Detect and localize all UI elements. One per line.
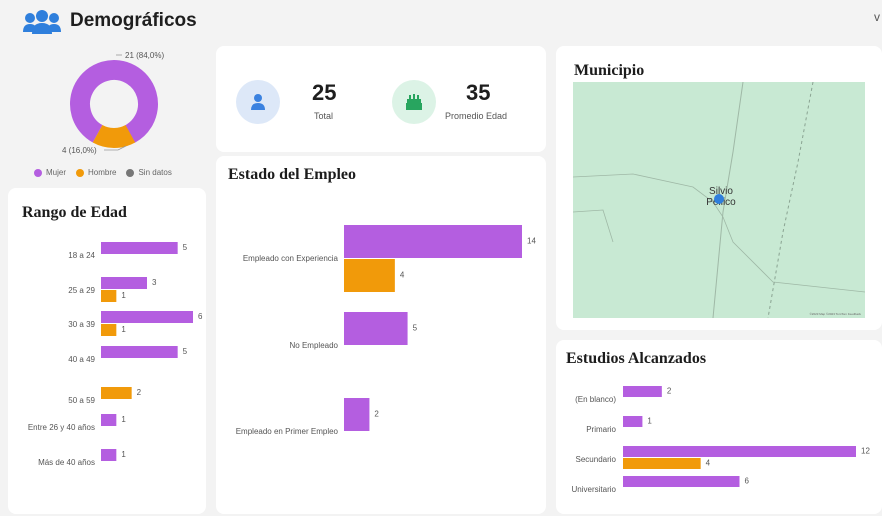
category-label-no-empleado: No Empleado	[290, 341, 339, 350]
legend-item-hombre[interactable]: Hombre	[76, 168, 116, 177]
bar-en-blanco-mujer[interactable]	[623, 386, 662, 397]
bar-40-a-49-mujer[interactable]	[101, 346, 178, 358]
bar-secundario-mujer[interactable]	[623, 446, 856, 457]
data-label-no-empleado-mujer: 5	[413, 324, 418, 333]
category-label-empleado-con-experiencia: Empleado con Experiencia	[243, 254, 339, 263]
kpi-total-label: Total	[314, 111, 334, 121]
estudios-chart: (En blanco) 2 Primario 1 Secundario 12 4 Univer…	[572, 386, 870, 494]
gender-donut-chart[interactable]: 21 (84,0%) 4 (16,0%)	[0, 44, 210, 166]
category-label-25-a-29: 25 a 29	[68, 286, 95, 295]
data-label-primario-mujer: 1	[647, 417, 652, 426]
category-label-mas-de-40-anos: Más de 40 años	[38, 458, 95, 467]
legend-dot-sin-datos	[126, 168, 135, 177]
bar-empleado-con-experiencia-mujer[interactable]	[344, 225, 522, 258]
bar-empleado-en-primer-empleo-mujer[interactable]	[344, 398, 370, 431]
data-label-empleado-con-experiencia-mujer: 14	[527, 237, 536, 246]
data-label-empleado-con-experiencia-hombre: 4	[400, 271, 405, 280]
page-title: Demográficos	[70, 10, 197, 31]
category-label-40-a-49: 40 a 49	[68, 355, 95, 364]
data-label-50-a-59-hombre: 2	[137, 388, 142, 397]
corner-mark: v	[874, 10, 880, 24]
page-header: Demográficos v	[0, 0, 882, 44]
kpi-age-label: Promedio Edad	[445, 111, 508, 121]
data-label-mas-de-40-anos-mujer: 1	[121, 450, 126, 459]
person-icon	[251, 94, 265, 110]
kpi-total-icon-circle	[236, 80, 280, 124]
bar-universitario-mujer[interactable]	[623, 476, 740, 487]
bar-18-a-24-mujer[interactable]	[101, 242, 178, 254]
bar-25-a-29-hombre[interactable]	[101, 290, 117, 302]
map-attribution: ©2023 Map ©2023 TomTom Feedback	[809, 312, 861, 316]
kpi-total-value: 25	[312, 80, 337, 105]
category-label-50-a-59: 50 a 59	[68, 396, 95, 405]
legend-label-mujer: Mujer	[46, 168, 67, 177]
data-label-secundario-mujer: 12	[861, 447, 870, 456]
legend-dot-hombre	[76, 168, 85, 177]
bar-primario-mujer[interactable]	[623, 416, 643, 427]
legend-label-sin-datos: Sin datos	[138, 168, 172, 177]
category-label-30-a-39: 30 a 39	[68, 320, 95, 329]
kpi-age-value: 35	[466, 80, 491, 105]
gender-legend: Mujer Hombre Sin datos	[34, 168, 178, 177]
bar-entre-26-y-40-anos-mujer[interactable]	[101, 414, 117, 426]
rango-edad-chart: 18 a 24 5 25 a 29 3 1 30 a 39 6 1 40 a 49 5 50 a 5…	[28, 242, 203, 467]
users-icon	[23, 10, 61, 34]
legend-item-sin-datos[interactable]: Sin datos	[126, 168, 172, 177]
category-label-empleado-en-primer-empleo: Empleado en Primer Empleo	[236, 427, 339, 436]
data-label-30-a-39-hombre: 1	[121, 325, 126, 334]
data-label-25-a-29-hombre: 1	[121, 291, 126, 300]
category-label-en-blanco: (En blanco)	[575, 395, 616, 404]
category-label-secundario: Secundario	[576, 455, 617, 464]
bar-50-a-59-hombre[interactable]	[101, 387, 132, 399]
data-label-30-a-39-mujer: 6	[198, 312, 203, 321]
map-marker[interactable]	[714, 194, 724, 204]
legend-label-hombre: Hombre	[88, 168, 117, 177]
bar-25-a-29-mujer[interactable]	[101, 277, 147, 289]
legend-item-mujer[interactable]: Mujer	[34, 168, 66, 177]
legend-dot-mujer	[34, 168, 42, 177]
data-label-secundario-hombre: 4	[706, 459, 711, 468]
bar-30-a-39-mujer[interactable]	[101, 311, 193, 323]
data-label-empleado-en-primer-empleo-mujer: 2	[374, 410, 379, 419]
donut-callout-hombre: 4 (16,0%)	[62, 146, 97, 155]
cake-icon	[406, 94, 422, 110]
bar-30-a-39-hombre[interactable]	[101, 324, 117, 336]
category-label-18-a-24: 18 a 24	[68, 251, 95, 260]
category-label-universitario: Universitario	[572, 485, 617, 494]
donut-callout-mujer: 21 (84,0%)	[125, 51, 164, 60]
category-label-primario: Primario	[586, 425, 616, 434]
data-label-universitario-mujer: 6	[745, 477, 750, 486]
bar-empleado-con-experiencia-hombre[interactable]	[344, 259, 395, 292]
kpi-card: 25 Total 35 Promedio Edad	[216, 46, 546, 152]
empleo-chart: Empleado con Experiencia 14 4 No Empleado 5 E…	[236, 225, 536, 436]
bar-no-empleado-mujer[interactable]	[344, 312, 408, 345]
data-label-40-a-49-mujer: 5	[183, 347, 188, 356]
category-label-entre-26-y-40-anos: Entre 26 y 40 años	[28, 423, 95, 432]
municipio-map[interactable]: Silvio Pellico ©2023 Map ©2023 TomTom Fe…	[573, 82, 865, 318]
municipio-title: Municipio	[574, 62, 645, 79]
data-label-entre-26-y-40-anos-mujer: 1	[121, 415, 126, 424]
data-label-en-blanco-mujer: 2	[667, 387, 672, 396]
data-label-18-a-24-mujer: 5	[183, 243, 188, 252]
kpi-age-icon-circle	[392, 80, 436, 124]
bar-mas-de-40-anos-mujer[interactable]	[101, 449, 117, 461]
data-label-25-a-29-mujer: 3	[152, 278, 157, 287]
bar-secundario-hombre[interactable]	[623, 458, 701, 469]
